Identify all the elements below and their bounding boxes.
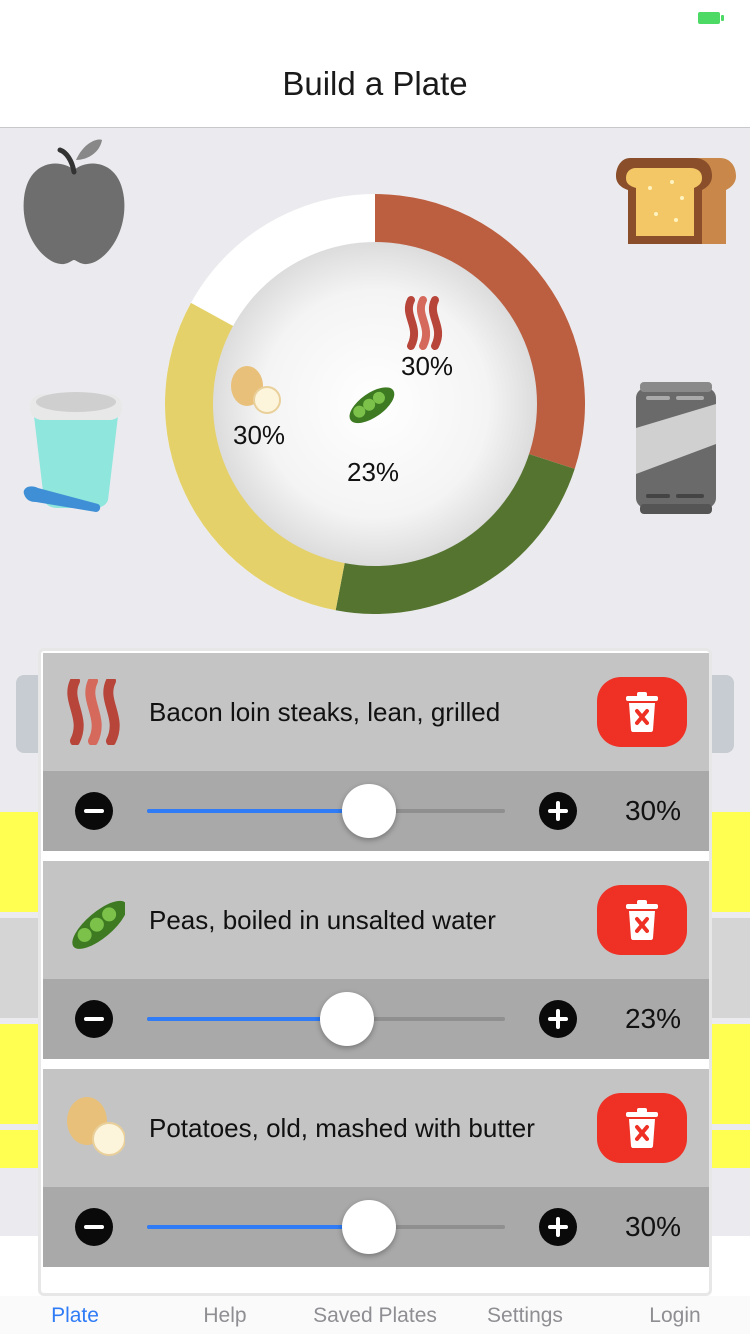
- potatoes-percent-label: 30%: [233, 420, 286, 450]
- drink-can-icon[interactable]: [636, 382, 716, 514]
- tab-saved-plates[interactable]: Saved Plates: [300, 1304, 450, 1328]
- decrease-button[interactable]: [75, 792, 113, 830]
- apple-icon[interactable]: [20, 138, 128, 268]
- peas-percent-label: 23%: [347, 457, 400, 487]
- item-header: Peas, boiled in unsalted water: [43, 861, 709, 979]
- tab-login[interactable]: Login: [600, 1304, 750, 1328]
- status-bar: [0, 0, 750, 40]
- delete-item-button[interactable]: [597, 677, 687, 747]
- yogurt-icon[interactable]: [20, 384, 130, 514]
- potato-icon: [67, 1097, 125, 1156]
- item-header: Potatoes, old, mashed with butter: [43, 1069, 709, 1187]
- item-name: Potatoes, old, mashed with butter: [149, 1113, 535, 1143]
- tab-help[interactable]: Help: [150, 1304, 300, 1328]
- delete-item-button[interactable]: [597, 1093, 687, 1163]
- delete-item-button[interactable]: [597, 885, 687, 955]
- portion-slider[interactable]: [147, 771, 505, 851]
- item-name: Bacon loin steaks, lean, grilled: [149, 697, 501, 727]
- slider-thumb[interactable]: [341, 1200, 396, 1254]
- item-name: Peas, boiled in unsalted water: [149, 905, 496, 935]
- battery-icon: [698, 12, 724, 24]
- portion-slider[interactable]: [147, 1187, 505, 1267]
- increase-button[interactable]: [539, 1000, 577, 1038]
- decrease-button[interactable]: [75, 1208, 113, 1246]
- bacon-percent-label: 30%: [401, 351, 454, 381]
- item-percent: 30%: [624, 795, 681, 826]
- plate-items-sheet: Bacon loin steaks, lean, grilled 30% Pea…: [38, 648, 712, 1296]
- page-title: Build a Plate: [282, 64, 468, 102]
- portion-slider[interactable]: [147, 979, 505, 1059]
- peas-icon: [72, 900, 125, 949]
- item-percent: 30%: [624, 1211, 681, 1242]
- plate-chart[interactable]: 30% 23% 30%: [165, 194, 585, 614]
- bacon-icon: [67, 679, 120, 745]
- trash-icon: [626, 900, 658, 940]
- item-percent: 23%: [624, 1003, 681, 1034]
- slider-thumb[interactable]: [320, 992, 375, 1046]
- increase-button[interactable]: [539, 1208, 577, 1246]
- item-controls: 30%: [43, 771, 709, 851]
- slider-thumb[interactable]: [341, 784, 396, 838]
- tab-plate[interactable]: Plate: [0, 1304, 150, 1328]
- increase-button[interactable]: [539, 792, 577, 830]
- trash-icon: [626, 692, 658, 732]
- item-header: Bacon loin steaks, lean, grilled: [43, 653, 709, 771]
- trash-icon: [626, 1108, 658, 1148]
- item-controls: 23%: [43, 979, 709, 1059]
- plate-item-peas: Peas, boiled in unsalted water 23%: [43, 861, 709, 1059]
- tab-settings[interactable]: Settings: [450, 1304, 600, 1328]
- item-controls: 30%: [43, 1187, 709, 1267]
- plate-ring: [165, 194, 585, 614]
- decrease-button[interactable]: [75, 1000, 113, 1038]
- navigation-bar: Build a Plate: [0, 40, 750, 128]
- toast-icon[interactable]: [616, 158, 736, 246]
- tab-bar: Plate Help Saved Plates Settings Login: [0, 1296, 750, 1334]
- plate-item-potatoes: Potatoes, old, mashed with butter 30%: [43, 1069, 709, 1267]
- plate-item-bacon: Bacon loin steaks, lean, grilled 30%: [43, 653, 709, 851]
